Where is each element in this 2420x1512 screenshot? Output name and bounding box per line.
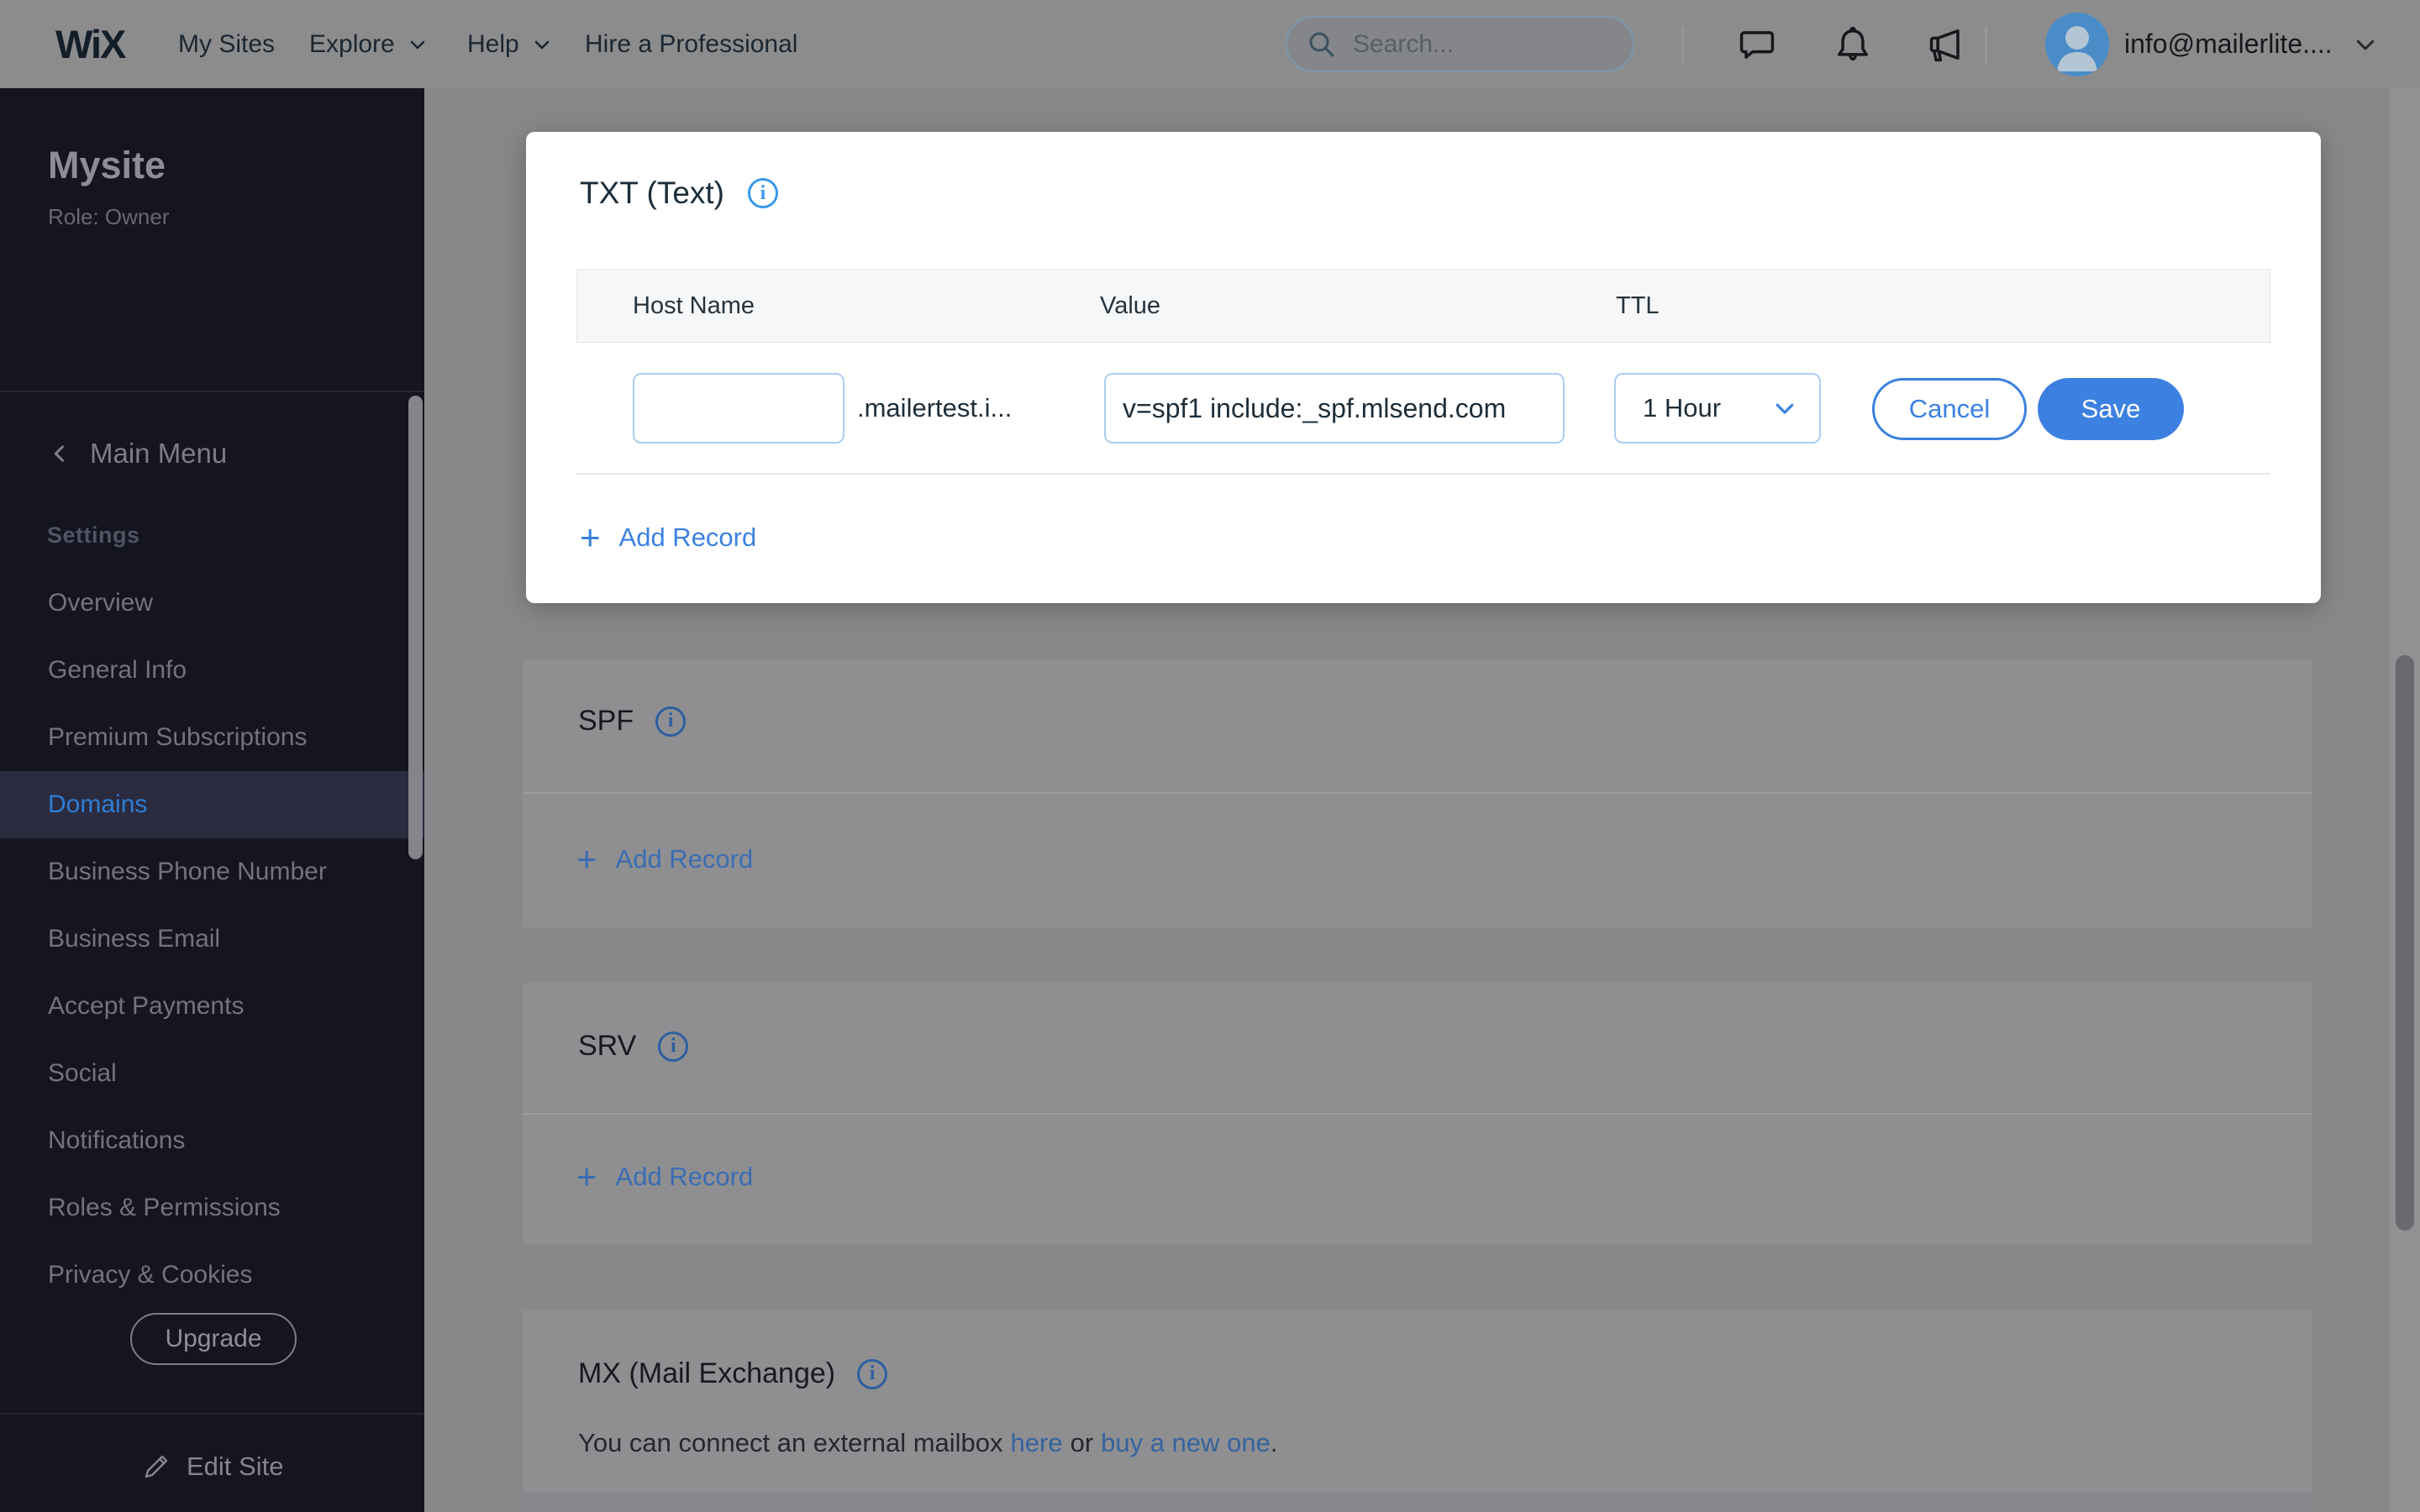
page-scrollbar-thumb[interactable] <box>2396 655 2414 1231</box>
announcements-megaphone-icon[interactable] <box>1923 20 1971 69</box>
section-divider <box>523 792 2312 794</box>
txt-card-title: TXT (Text) <box>580 176 724 210</box>
sidebar: Mysite Role: Owner Main Menu Settings Ov… <box>0 88 424 1512</box>
chevron-down-icon <box>408 34 428 55</box>
txt-table-header: Host Name Value TTL <box>576 269 2270 343</box>
value-field[interactable] <box>1104 373 1565 444</box>
spf-add-record-link[interactable]: + Add Record <box>576 838 753 880</box>
host-name-field[interactable] <box>633 373 844 444</box>
mx-table-header-strip <box>523 1492 2312 1512</box>
srv-section: SRV i + Add Record <box>523 983 2312 1245</box>
sidebar-divider <box>0 1413 424 1415</box>
column-header-value: Value <box>1100 291 1161 319</box>
sidebar-divider <box>0 391 424 392</box>
search-input[interactable] <box>1353 29 1605 59</box>
sidebar-item-domains[interactable]: Domains <box>0 771 424 838</box>
column-header-host-name: Host Name <box>633 291 755 319</box>
sidebar-item-general-info[interactable]: General Info <box>0 637 424 704</box>
info-icon[interactable]: i <box>748 178 778 208</box>
main-content: TXT (Text) i Host Name Value TTL .mailer… <box>424 88 2420 1512</box>
sidebar-item-social[interactable]: Social <box>0 1040 424 1107</box>
chevron-down-icon[interactable] <box>2353 0 2378 88</box>
header-divider <box>1985 26 1987 63</box>
mx-title: MX (Mail Exchange) <box>578 1357 836 1389</box>
row-divider <box>576 473 2270 475</box>
txt-add-record-link[interactable]: + Add Record <box>580 517 756 559</box>
host-name-suffix: .mailertest.i... <box>857 393 1013 423</box>
nav-my-sites[interactable]: My Sites <box>178 0 275 88</box>
chevron-down-icon <box>532 34 552 55</box>
upgrade-button[interactable]: Upgrade <box>130 1313 297 1365</box>
sidebar-item-business-phone-number[interactable]: Business Phone Number <box>0 838 424 906</box>
srv-title: SRV <box>578 1030 637 1062</box>
spf-title: SPF <box>578 705 634 737</box>
chevron-down-icon <box>1772 396 1797 421</box>
sidebar-item-notifications[interactable]: Notifications <box>0 1107 424 1174</box>
sidebar-item-business-email[interactable]: Business Email <box>0 906 424 973</box>
header-divider <box>1681 26 1684 63</box>
sidebar-item-roles-permissions[interactable]: Roles & Permissions <box>0 1174 424 1242</box>
buy-a-new-one-link[interactable]: buy a new one <box>1101 1428 1270 1457</box>
info-icon[interactable]: i <box>658 1031 689 1062</box>
info-icon[interactable]: i <box>655 706 687 737</box>
nav-hire-a-professional[interactable]: Hire a Professional <box>585 0 797 88</box>
ttl-dropdown[interactable]: 1 Hour <box>1614 373 1821 444</box>
sidebar-item-accept-payments[interactable]: Accept Payments <box>0 973 424 1040</box>
search-box[interactable] <box>1286 16 1634 72</box>
notifications-bell-icon[interactable] <box>1828 20 1877 69</box>
mx-description: You can connect an external mailbox here… <box>578 1428 1278 1458</box>
txt-record-card: TXT (Text) i Host Name Value TTL .mailer… <box>526 132 2321 603</box>
account-email[interactable]: info@mailerlite.... <box>2124 0 2333 88</box>
sidebar-footer: Upgrade Edit Site <box>0 1289 424 1512</box>
spf-section: SPF i + Add Record <box>523 660 2312 927</box>
info-icon[interactable]: i <box>857 1358 888 1389</box>
cancel-button[interactable]: Cancel <box>1872 378 2027 440</box>
wix-dashboard-screen: WiX My Sites Explore Help Hire a Profess… <box>0 0 2420 1512</box>
site-name: Mysite <box>48 144 166 186</box>
search-icon <box>1306 29 1338 60</box>
page-scrollbar-track <box>2390 88 2420 1512</box>
sidebar-scrollbar-thumb[interactable] <box>408 396 423 859</box>
column-header-ttl: TTL <box>1616 291 1660 319</box>
section-divider <box>523 1113 2312 1115</box>
plus-icon: + <box>576 1157 597 1196</box>
plus-icon: + <box>576 839 597 879</box>
settings-section-label: Settings <box>47 522 140 548</box>
mx-section: MX (Mail Exchange) i You can connect an … <box>523 1310 2312 1512</box>
edit-site-button[interactable]: Edit Site <box>141 1446 283 1488</box>
host-name-input[interactable] <box>634 375 843 442</box>
plus-icon: + <box>580 517 601 557</box>
top-bar: WiX My Sites Explore Help Hire a Profess… <box>0 0 2420 88</box>
nav-help[interactable]: Help <box>467 0 552 88</box>
back-to-main-menu[interactable]: Main Menu <box>48 434 227 473</box>
site-role: Role: Owner <box>48 204 170 229</box>
sidebar-menu: Overview General Info Premium Subscripti… <box>0 570 424 1309</box>
srv-add-record-link[interactable]: + Add Record <box>576 1156 753 1198</box>
value-input[interactable] <box>1106 375 1563 442</box>
connect-mailbox-here-link[interactable]: here <box>1011 1428 1063 1458</box>
chat-icon[interactable] <box>1733 20 1781 69</box>
wix-logo[interactable]: WiX <box>55 0 126 88</box>
chevron-left-icon <box>48 442 71 465</box>
save-button[interactable]: Save <box>2038 378 2184 440</box>
nav-explore[interactable]: Explore <box>309 0 428 88</box>
sidebar-item-overview[interactable]: Overview <box>0 570 424 637</box>
avatar[interactable] <box>2045 13 2109 76</box>
pencil-icon <box>141 1452 171 1482</box>
sidebar-item-premium-subscriptions[interactable]: Premium Subscriptions <box>0 704 424 771</box>
